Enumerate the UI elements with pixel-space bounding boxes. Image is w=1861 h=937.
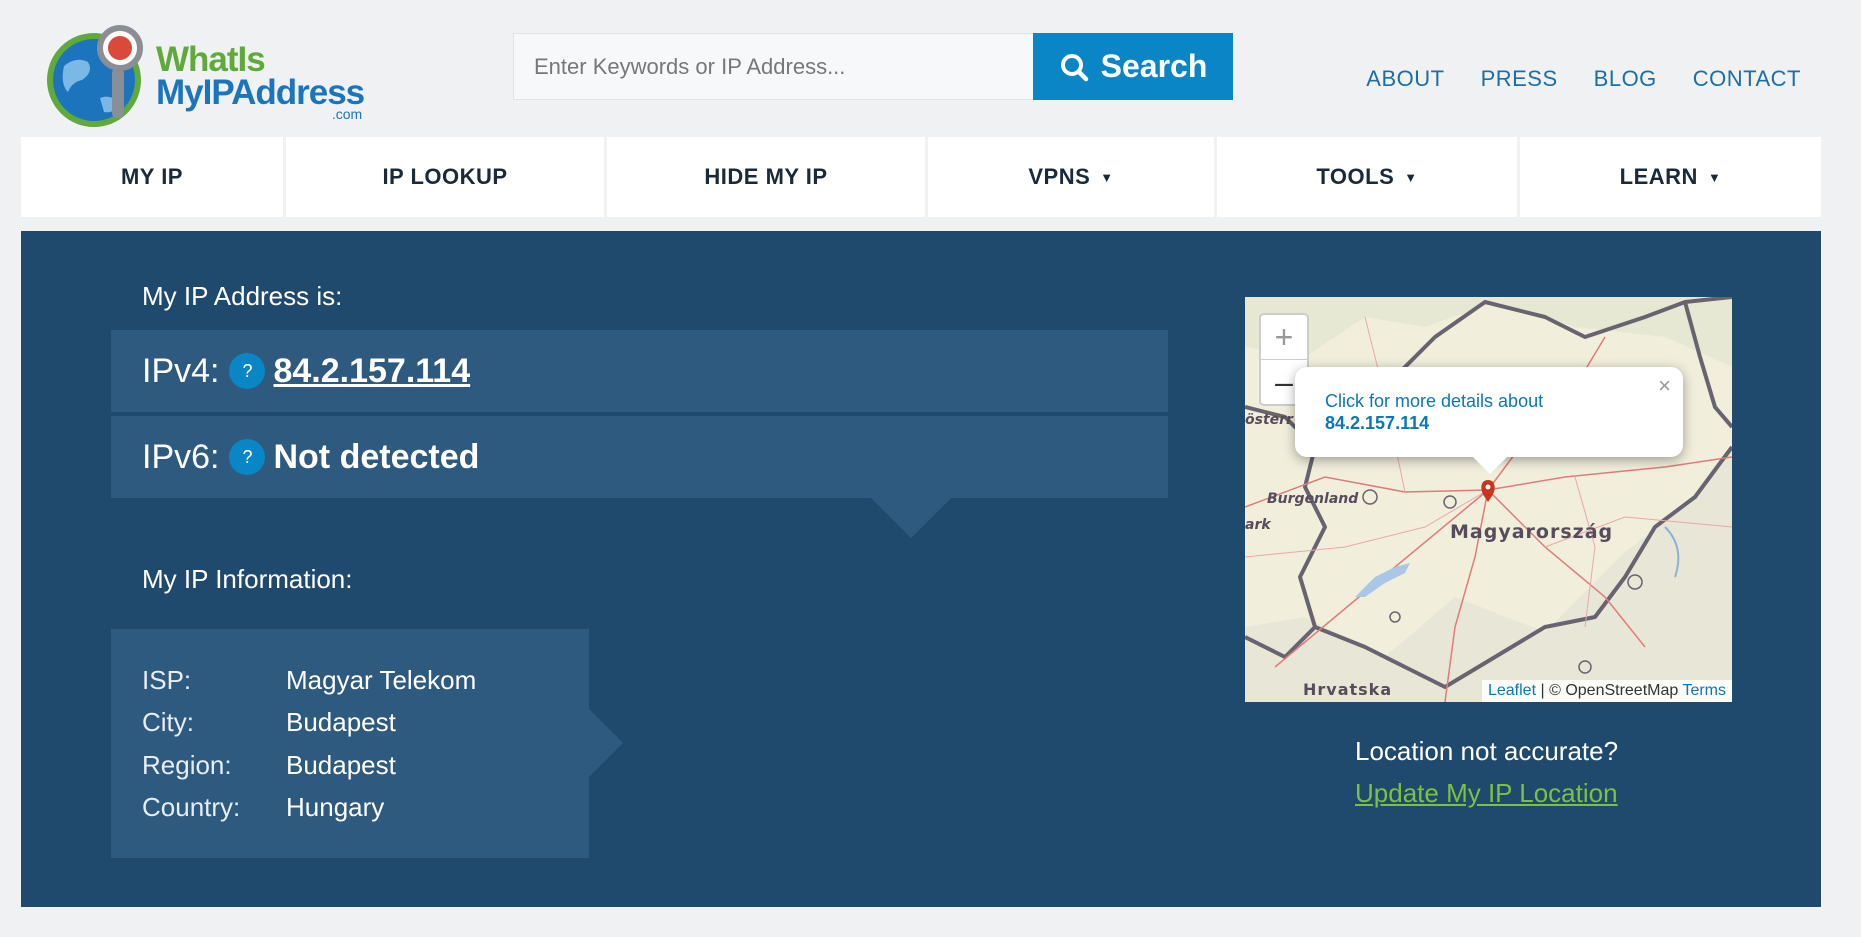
ip-hero-section: My IP Address is: IPv4: ? 84.2.157.114 I… bbox=[21, 231, 1821, 907]
info-value: Budapest bbox=[286, 707, 396, 738]
ipv4-row: IPv4: ? 84.2.157.114 bbox=[111, 330, 1168, 412]
popup-text: Click for more details about bbox=[1325, 391, 1544, 411]
location-question: Location not accurate? bbox=[1355, 736, 1619, 766]
nav-item-label: VPNS bbox=[1028, 164, 1091, 189]
panel-pointer bbox=[871, 498, 951, 538]
info-heading: My IP Information: bbox=[142, 564, 353, 594]
terms-link[interactable]: Terms bbox=[1682, 682, 1726, 699]
search-icon bbox=[1060, 53, 1088, 81]
close-icon[interactable]: × bbox=[1658, 373, 1671, 399]
nav-item-label: MY IP bbox=[120, 164, 183, 189]
map-label-country: Magyarország bbox=[1450, 521, 1614, 543]
nav-item-label: IP LOOKUP bbox=[382, 164, 508, 189]
info-value: Magyar Telekom bbox=[286, 664, 477, 695]
info-row-isp: ISP: Magyar Telekom bbox=[142, 659, 589, 702]
osm-attribution: | © OpenStreetMap bbox=[1540, 682, 1679, 699]
nav-item-vpns[interactable]: VPNS ▼ bbox=[928, 137, 1214, 217]
info-row-country: Country: Hungary bbox=[142, 787, 589, 830]
ipv6-row: IPv6: ? Not detected bbox=[111, 416, 1168, 498]
search-button[interactable]: Search bbox=[1033, 33, 1233, 100]
top-link-about[interactable]: ABOUT bbox=[1366, 66, 1444, 92]
top-links: ABOUT PRESS BLOG CONTACT bbox=[1366, 66, 1801, 92]
globe-icon bbox=[47, 25, 143, 127]
nav-item-ip-lookup[interactable]: IP LOOKUP bbox=[286, 137, 604, 217]
caret-down-icon: ▼ bbox=[1100, 169, 1114, 185]
search-input[interactable] bbox=[513, 33, 1033, 100]
info-key: City: bbox=[142, 707, 194, 738]
ipv4-label: IPv4: bbox=[142, 351, 220, 390]
logo-text-myipaddress: MyIPAddress bbox=[156, 73, 365, 112]
top-link-blog[interactable]: BLOG bbox=[1594, 66, 1657, 92]
location-map[interactable]: Magyarország Burgenland Hrvatska österr … bbox=[1245, 297, 1732, 702]
info-row-city: City: Budapest bbox=[142, 702, 589, 745]
info-value: Budapest bbox=[286, 749, 396, 780]
main-nav: MY IP IP LOOKUP HIDE MY IP VPNS ▼ TOOLS … bbox=[21, 137, 1821, 217]
site-logo[interactable]: WhatIs MyIPAddress .com bbox=[42, 18, 372, 133]
ip-info-panel: ISP: Magyar Telekom City: Budapest Regio… bbox=[111, 629, 623, 858]
info-key: ISP: bbox=[142, 664, 192, 695]
info-key: Country: bbox=[142, 792, 241, 823]
nav-item-label: TOOLS bbox=[1316, 164, 1395, 189]
update-location-link[interactable]: Update My IP Location bbox=[1355, 778, 1618, 809]
site-header: WhatIs MyIPAddress .com Search ABOUT PRE… bbox=[0, 0, 1861, 137]
ipv6-label: IPv6: bbox=[142, 437, 220, 476]
info-key: Region: bbox=[142, 749, 232, 780]
map-label-burgenland: Burgenland bbox=[1267, 491, 1359, 507]
ip-heading: My IP Address is: bbox=[142, 281, 343, 311]
nav-item-tools[interactable]: TOOLS ▼ bbox=[1217, 137, 1517, 217]
nav-item-learn[interactable]: LEARN ▼ bbox=[1520, 137, 1821, 217]
info-row-region: Region: Budapest bbox=[142, 744, 589, 787]
map-label-osterr: österr bbox=[1245, 412, 1293, 428]
ipv4-value-link[interactable]: 84.2.157.114 bbox=[273, 352, 470, 391]
top-link-contact[interactable]: CONTACT bbox=[1693, 66, 1801, 92]
nav-item-label: HIDE MY IP bbox=[704, 164, 828, 189]
search-button-label: Search bbox=[1100, 48, 1208, 84]
help-icon[interactable]: ? bbox=[229, 353, 266, 389]
leaflet-link[interactable]: Leaflet bbox=[1488, 682, 1536, 699]
nav-item-hide-my-ip[interactable]: HIDE MY IP bbox=[607, 137, 925, 217]
zoom-in-button[interactable]: + bbox=[1261, 315, 1307, 359]
search-bar: Search bbox=[513, 33, 1233, 100]
info-value: Hungary bbox=[286, 792, 385, 823]
map-popup[interactable]: × Click for more details about 84.2.157.… bbox=[1295, 367, 1683, 474]
logo-text-whatis: WhatIs bbox=[156, 40, 266, 79]
map-attribution: Leaflet | © OpenStreetMap Terms bbox=[1481, 680, 1732, 702]
map-label-rk: ark bbox=[1245, 517, 1271, 533]
caret-down-icon: ▼ bbox=[1707, 169, 1722, 185]
help-icon[interactable]: ? bbox=[229, 439, 266, 475]
nav-item-my-ip[interactable]: MY IP bbox=[21, 137, 283, 217]
map-label-hrvatska: Hrvatska bbox=[1303, 680, 1393, 699]
top-link-press[interactable]: PRESS bbox=[1481, 66, 1558, 92]
popup-ip: 84.2.157.114 bbox=[1325, 413, 1430, 433]
caret-down-icon: ▼ bbox=[1404, 169, 1418, 185]
ipv6-value: Not detected bbox=[273, 437, 480, 476]
nav-item-label: LEARN bbox=[1619, 164, 1698, 189]
